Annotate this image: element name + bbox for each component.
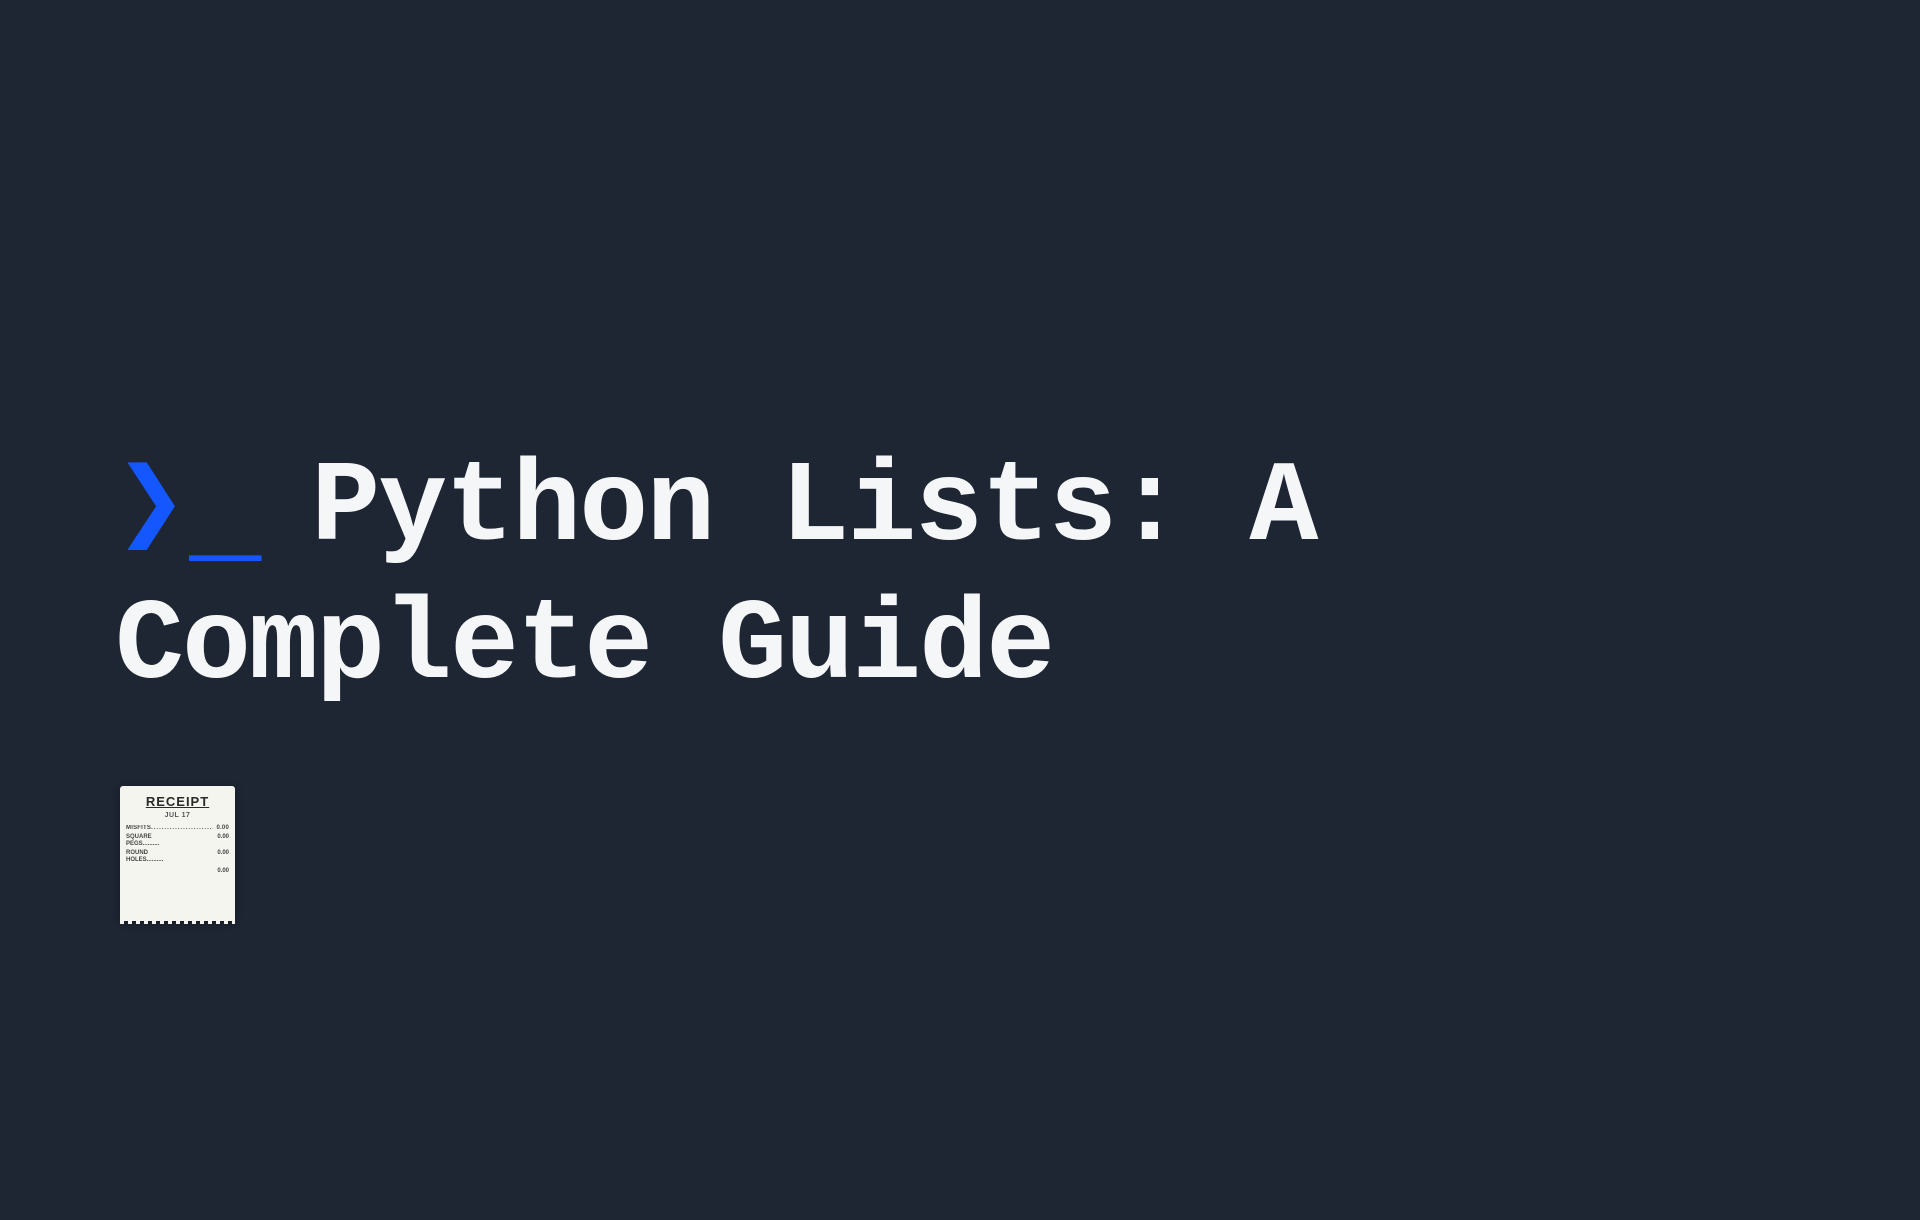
receipt-item-label: HOLES.......... xyxy=(126,857,163,864)
receipt-line-item: MISFITS 0.00 xyxy=(126,825,229,831)
receipt-item-label: SQUARE xyxy=(126,834,159,841)
receipt-icon: RECEIPT JUL 17 MISFITS 0.00 SQUARE PEGS.… xyxy=(120,786,235,921)
page-title-line1: Python Lists: A xyxy=(311,440,1316,578)
receipt-item-label: MISFITS xyxy=(126,825,213,831)
receipt-item-value: 0.00 xyxy=(213,825,229,831)
receipt-line-item: SQUARE PEGS.......... 0.00 xyxy=(126,834,229,847)
receipt-header: RECEIPT xyxy=(126,794,229,809)
receipt-item-label: ROUND xyxy=(126,850,163,857)
receipt-total: 0.00 xyxy=(126,868,229,874)
page-title-line2: Complete Guide xyxy=(115,578,1920,716)
receipt-item-label: PEGS.......... xyxy=(126,841,159,848)
receipt-date: JUL 17 xyxy=(126,812,229,819)
receipt-item-value: 0.00 xyxy=(217,834,229,840)
receipt-item-value: 0.00 xyxy=(217,850,229,856)
terminal-prompt-icon: ❯ _ xyxy=(115,449,261,569)
underscore-icon: _ xyxy=(189,457,261,577)
receipt-line-item: ROUND HOLES.......... 0.00 xyxy=(126,850,229,863)
chevron-right-icon: ❯ xyxy=(115,449,177,569)
